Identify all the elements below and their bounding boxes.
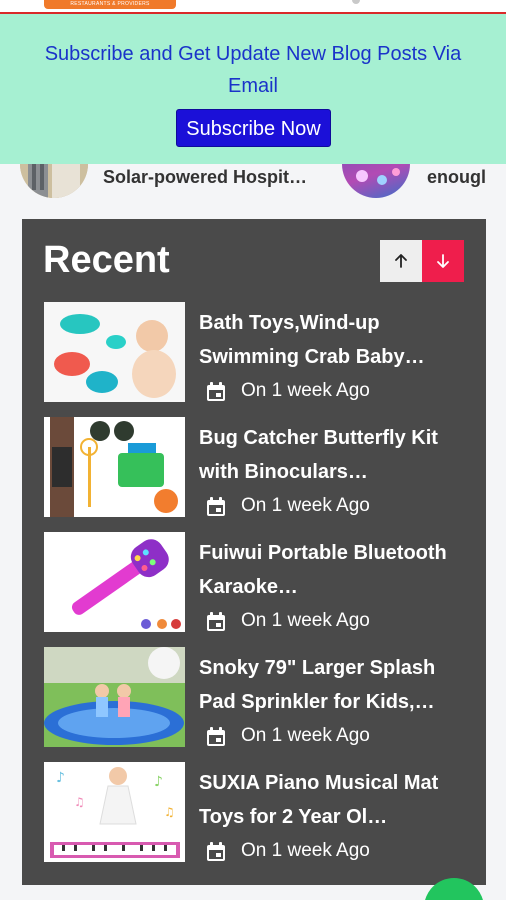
post-thumbnail[interactable]: ♪ ♫ ♪ ♫ <box>44 762 185 862</box>
trending-thumbnail[interactable] <box>342 164 410 198</box>
recent-post-item[interactable]: ♪ ♫ ♪ ♫ SUXIA Piano Musical Mat Toys for… <box>44 762 464 862</box>
post-thumbnail[interactable] <box>44 417 185 517</box>
post-date-text: On 1 week Ago <box>241 725 370 746</box>
post-date-text: On 1 week Ago <box>241 495 370 516</box>
arrow-down-icon <box>437 254 449 268</box>
calendar-icon <box>207 612 225 631</box>
recent-post-item[interactable]: Snoky 79" Larger Splash Pad Sprinkler fo… <box>44 647 464 747</box>
svg-text:♪: ♪ <box>56 770 65 786</box>
scroll-down-button[interactable] <box>422 240 464 282</box>
recent-post-item[interactable]: Fuiwui Portable Bluetooth Karaoke… On 1 … <box>44 532 464 632</box>
recent-post-item[interactable]: Bug Catcher Butterfly Kit with Binocular… <box>44 417 464 517</box>
post-thumbnail[interactable] <box>44 302 185 402</box>
subscribe-text: Subscribe and Get Update New Blog Posts … <box>44 43 462 97</box>
post-title[interactable]: SUXIA Piano Musical Mat Toys for 2 Year … <box>199 766 461 834</box>
post-thumbnail[interactable] <box>44 532 185 632</box>
post-title[interactable]: Snoky 79" Larger Splash Pad Sprinkler fo… <box>199 651 461 719</box>
calendar-icon <box>207 842 225 861</box>
site-logo[interactable]: RESTAURANTS & PROVIDERS <box>44 0 176 9</box>
post-title[interactable]: Bug Catcher Butterfly Kit with Binocular… <box>199 421 461 489</box>
subscribe-banner: Subscribe and Get Update New Blog Posts … <box>0 14 506 164</box>
post-title[interactable]: Bath Toys,Wind-up Swimming Crab Baby… <box>199 306 461 374</box>
post-thumbnail[interactable] <box>44 647 185 747</box>
svg-text:♫: ♫ <box>164 805 175 819</box>
post-title[interactable]: Fuiwui Portable Bluetooth Karaoke… <box>199 536 461 604</box>
recent-post-item[interactable]: Bath Toys,Wind-up Swimming Crab Baby… On… <box>44 302 464 402</box>
post-date-text: On 1 week Ago <box>241 610 370 631</box>
svg-text:♪: ♪ <box>154 774 163 790</box>
trending-title[interactable]: enougl <box>427 167 486 188</box>
subscribe-button[interactable]: Subscribe Now <box>176 109 331 147</box>
scroll-up-button[interactable] <box>380 240 422 282</box>
site-logo-text: RESTAURANTS & PROVIDERS <box>70 1 150 7</box>
site-header: RESTAURANTS & PROVIDERS <box>0 0 506 14</box>
calendar-icon <box>207 727 225 746</box>
trending-title[interactable]: Solar-powered Hospit… <box>103 167 307 188</box>
arrow-up-icon <box>395 254 407 268</box>
svg-text:♫: ♫ <box>74 795 85 809</box>
post-date-text: On 1 week Ago <box>241 380 370 401</box>
calendar-icon <box>207 497 225 516</box>
post-date-text: On 1 week Ago <box>241 840 370 861</box>
calendar-icon <box>207 382 225 401</box>
header-icon[interactable] <box>352 0 360 4</box>
trending-slider: Solar-powered Hospit… enougl <box>0 164 506 201</box>
recent-widget: Recent Bath Toys,Wind-up Swimming Crab B… <box>22 219 486 885</box>
trending-thumbnail[interactable] <box>20 164 88 198</box>
recent-heading: Recent <box>43 239 170 281</box>
